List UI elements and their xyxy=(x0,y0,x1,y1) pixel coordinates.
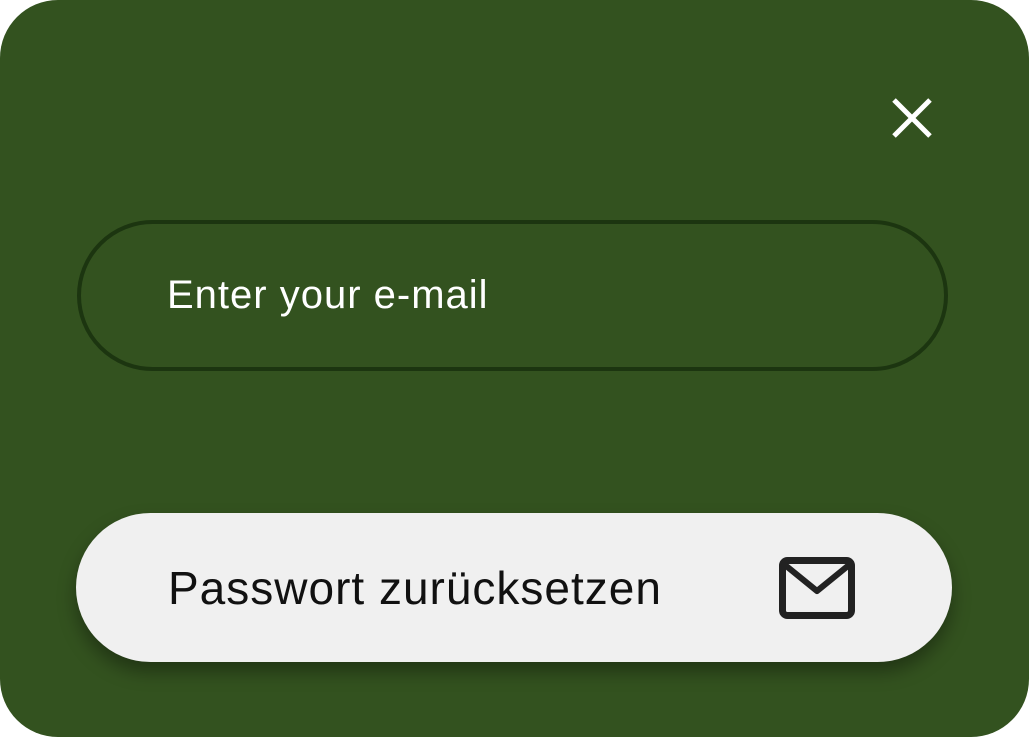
email-input[interactable] xyxy=(167,224,907,367)
reset-password-dialog: Passwort zurücksetzen xyxy=(0,0,1029,737)
reset-password-button[interactable]: Passwort zurücksetzen xyxy=(76,513,952,662)
close-button[interactable] xyxy=(884,90,940,146)
close-icon xyxy=(892,98,932,138)
mail-icon xyxy=(779,557,855,619)
email-field[interactable] xyxy=(77,220,948,371)
reset-password-label: Passwort zurücksetzen xyxy=(168,561,662,614)
